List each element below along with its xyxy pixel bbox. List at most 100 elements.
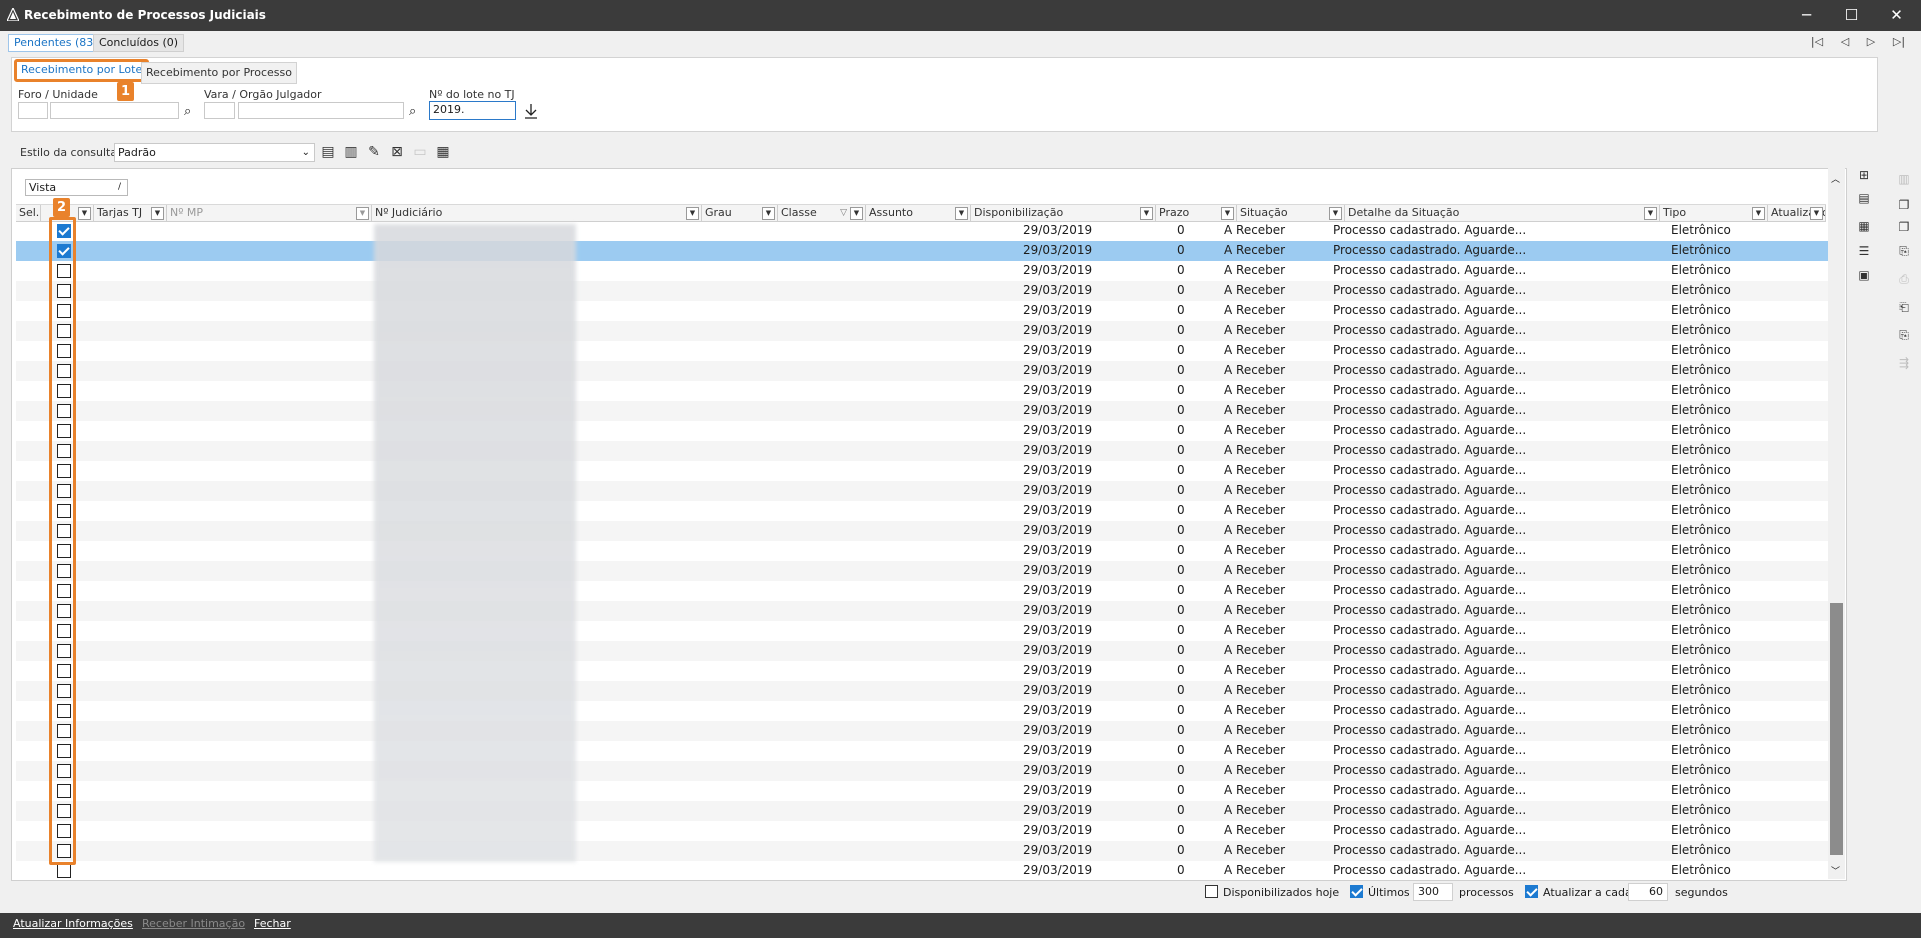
col-nmp[interactable]: Nº MP ▼: [167, 205, 372, 221]
vara-search-icon[interactable]: ⌕: [409, 104, 416, 119]
check-document-icon[interactable]: ⎘: [1896, 327, 1912, 343]
vara-code-input[interactable]: [204, 102, 235, 119]
export-icon[interactable]: ⊠: [389, 144, 405, 160]
table-row[interactable]: 29/03/2019 0 A Receber Processo cadastrado.…: [16, 821, 1828, 841]
table-row[interactable]: 29/03/2019 0 A Receber Processo cadastrado.…: [16, 621, 1828, 641]
tab-recebimento-por-processo[interactable]: Recebimento por Processo: [141, 62, 297, 84]
layout-icon[interactable]: ▦: [435, 144, 451, 160]
receive-icon[interactable]: ⎗: [1896, 299, 1912, 315]
filter-dropdown-icon[interactable]: ▼: [1644, 207, 1657, 220]
columns-icon[interactable]: ▣: [1856, 267, 1872, 283]
filter-dropdown-icon[interactable]: ▼: [356, 207, 369, 220]
table-row[interactable]: 29/03/2019 0 A Receber Processo cadastrado.…: [16, 601, 1828, 621]
table-row[interactable]: 29/03/2019 0 A Receber Processo cadastrado.…: [16, 481, 1828, 501]
last-page-icon[interactable]: ▷|: [1890, 34, 1908, 50]
scrollbar-thumb[interactable]: [1830, 603, 1843, 855]
table-row[interactable]: 29/03/2019 0 A Receber Processo cadastrado.…: [16, 361, 1828, 381]
table-row[interactable]: 29/03/2019 0 A Receber Processo cadastrado.…: [16, 581, 1828, 601]
foro-name-input[interactable]: [50, 102, 179, 119]
prev-page-icon[interactable]: ◁: [1836, 34, 1854, 50]
table-row[interactable]: 29/03/2019 0 A Receber Processo cadastrado.…: [16, 461, 1828, 481]
lote-input[interactable]: 2019.: [429, 101, 516, 120]
vista-selector[interactable]: Vista /: [25, 179, 128, 196]
estilo-select[interactable]: Padrão ⌄: [114, 143, 315, 162]
duplicate-icon[interactable]: ❐: [1896, 219, 1912, 235]
table-row[interactable]: 29/03/2019 0 A Receber Processo cadastrado.…: [16, 681, 1828, 701]
scroll-down-icon[interactable]: ﹀: [1831, 864, 1840, 877]
col-disponibilizacao[interactable]: Disponibilização ▼: [971, 205, 1156, 221]
atualizar-checkbox[interactable]: [1525, 885, 1538, 898]
table-row[interactable]: 29/03/2019 0 A Receber Processo cadastrado.…: [16, 401, 1828, 421]
tab-recebimento-por-lote[interactable]: Recebimento por Lote: [14, 59, 150, 82]
table-row[interactable]: 29/03/2019 0 A Receber Processo cadastrado.…: [16, 661, 1828, 681]
col-tarjas[interactable]: Tarjas TJ ▼: [94, 205, 167, 221]
filter-dropdown-icon[interactable]: ▼: [1140, 207, 1153, 220]
vara-name-input[interactable]: [238, 102, 404, 119]
table-row[interactable]: 29/03/2019 0 A Receber Processo cadastrado.…: [16, 281, 1828, 301]
table-row[interactable]: 29/03/2019 0 A Receber Processo cadastrado.…: [16, 301, 1828, 321]
atualizar-input[interactable]: 60: [1628, 883, 1668, 901]
filter-dropdown-icon[interactable]: ▼: [762, 207, 775, 220]
table-row[interactable]: 29/03/2019 0 A Receber Processo cadastrado.…: [16, 261, 1828, 281]
window-copy-icon[interactable]: ❐: [1896, 197, 1912, 213]
table-row[interactable]: 29/03/2019 0 A Receber Processo cadastrado.…: [16, 861, 1828, 881]
document-settings-icon[interactable]: ⎘: [1896, 243, 1912, 259]
row-select-checkbox[interactable]: [57, 864, 71, 878]
first-page-icon[interactable]: |◁: [1808, 34, 1826, 50]
delete-icon[interactable]: ▥: [343, 144, 359, 160]
filter-dropdown-icon[interactable]: ▼: [1810, 207, 1823, 220]
close-button[interactable]: ✕: [1874, 0, 1919, 31]
table-row[interactable]: 29/03/2019 0 A Receber Processo cadastrado.…: [16, 421, 1828, 441]
filter-dropdown-icon[interactable]: ▼: [151, 207, 164, 220]
fechar-button[interactable]: Fechar: [254, 917, 291, 930]
tab-pendentes[interactable]: Pendentes (83): [8, 34, 104, 52]
table-icon[interactable]: ▦: [1856, 218, 1872, 234]
table-row[interactable]: 29/03/2019 0 A Receber Processo cadastrado.…: [16, 781, 1828, 801]
download-icon[interactable]: [524, 103, 538, 119]
scroll-up-icon[interactable]: ︿: [1831, 172, 1840, 185]
table-row[interactable]: 29/03/2019 0 A Receber Processo cadastrado.…: [16, 801, 1828, 821]
tab-concluidos[interactable]: Concluídos (0): [93, 34, 185, 52]
ultimos-input[interactable]: 300: [1413, 883, 1453, 901]
maximize-button[interactable]: ☐: [1829, 0, 1874, 31]
filter-dropdown-icon[interactable]: ▼: [686, 207, 699, 220]
next-page-icon[interactable]: ▷: [1862, 34, 1880, 50]
table-row[interactable]: 29/03/2019 0 A Receber Processo cadastrado.…: [16, 441, 1828, 461]
filter-dropdown-icon[interactable]: ▼: [955, 207, 968, 220]
table-row[interactable]: 29/03/2019 0 A Receber Processo cadastrado.…: [16, 221, 1828, 241]
minimize-button[interactable]: ─: [1784, 0, 1829, 31]
edit-icon[interactable]: ✎: [366, 144, 382, 160]
table-row[interactable]: 29/03/2019 0 A Receber Processo cadastrado.…: [16, 381, 1828, 401]
table-row[interactable]: 29/03/2019 0 A Receber Processo cadastrado.…: [16, 521, 1828, 541]
table-row[interactable]: 29/03/2019 0 A Receber Processo cadastrado.…: [16, 241, 1828, 261]
col-assunto[interactable]: Assunto ▼: [866, 205, 971, 221]
receber-intimacao-button[interactable]: Receber Intimação: [142, 917, 245, 930]
ultimos-checkbox[interactable]: [1350, 885, 1363, 898]
disponibilizados-hoje-checkbox[interactable]: [1205, 885, 1218, 898]
filter-dropdown-icon[interactable]: ▼: [1221, 207, 1234, 220]
table-row[interactable]: 29/03/2019 0 A Receber Processo cadastrado.…: [16, 561, 1828, 581]
col-tipo[interactable]: Tipo ▼: [1660, 205, 1768, 221]
table-row[interactable]: 29/03/2019 0 A Receber Processo cadastrado.…: [16, 741, 1828, 761]
table-row[interactable]: 29/03/2019 0 A Receber Processo cadastrado.…: [16, 721, 1828, 741]
table-row[interactable]: 29/03/2019 0 A Receber Processo cadastrado.…: [16, 341, 1828, 361]
col-prazo[interactable]: Prazo ▼: [1156, 205, 1237, 221]
col-detalhe[interactable]: Detalhe da Situação ▼: [1345, 205, 1660, 221]
table-row[interactable]: 29/03/2019 0 A Receber Processo cadastrado.…: [16, 501, 1828, 521]
table-row[interactable]: 29/03/2019 0 A Receber Processo cadastrado.…: [16, 641, 1828, 661]
col-situacao[interactable]: Situação ▼: [1237, 205, 1345, 221]
table-row[interactable]: 29/03/2019 0 A Receber Processo cadastrado.…: [16, 321, 1828, 341]
layers-icon[interactable]: ▤: [1856, 190, 1872, 206]
table-row[interactable]: 29/03/2019 0 A Receber Processo cadastrado.…: [16, 701, 1828, 721]
foro-search-icon[interactable]: ⌕: [184, 104, 191, 119]
filter-dropdown-icon[interactable]: ▼: [1752, 207, 1765, 220]
filter-dropdown-icon[interactable]: ▼: [850, 207, 863, 220]
col-njudiciario[interactable]: Nº Judiciário ▼: [372, 205, 702, 221]
col-sel[interactable]: Sel.: [16, 205, 41, 221]
filter-dropdown-icon[interactable]: ▼: [78, 207, 91, 220]
col-classe[interactable]: Classe ▽ ▼: [778, 205, 866, 221]
table-row[interactable]: 29/03/2019 0 A Receber Processo cadastrado.…: [16, 841, 1828, 861]
col-atualizado[interactable]: Atualizado ▼: [1768, 205, 1826, 221]
list-icon[interactable]: ☰: [1856, 243, 1872, 259]
foro-code-input[interactable]: [18, 102, 48, 119]
